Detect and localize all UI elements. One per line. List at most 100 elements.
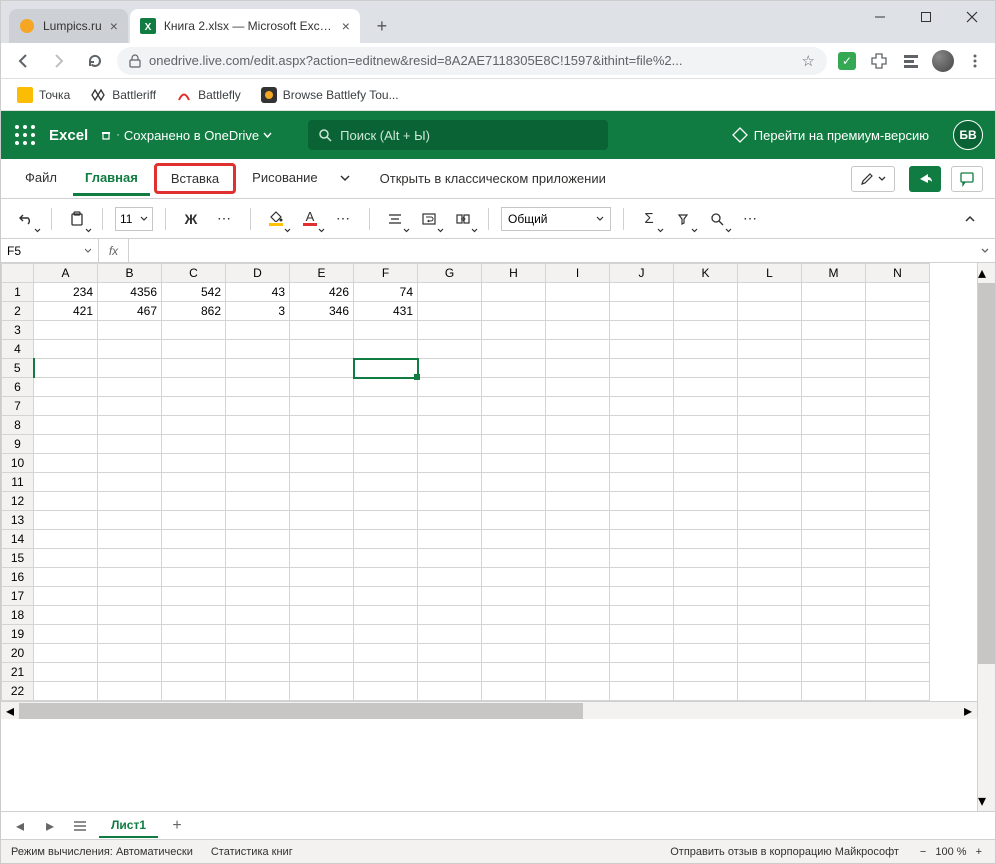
cell[interactable] [34,454,98,473]
sheet-tab[interactable]: Лист1 [99,814,158,838]
cell[interactable] [226,682,290,701]
cell[interactable] [34,435,98,454]
cell[interactable] [610,549,674,568]
cell[interactable] [226,340,290,359]
cell[interactable] [546,435,610,454]
cell[interactable] [98,340,162,359]
cell[interactable] [610,682,674,701]
cell[interactable] [34,606,98,625]
cell[interactable] [802,302,866,321]
browser-tab-2[interactable]: X Книга 2.xlsx — Microsoft Excel O × [130,9,360,43]
cell[interactable] [674,682,738,701]
cell[interactable] [802,568,866,587]
cell[interactable]: 467 [98,302,162,321]
cell[interactable] [226,644,290,663]
cell[interactable] [738,302,802,321]
cell[interactable] [290,416,354,435]
sheet-list-button[interactable] [69,815,91,837]
font-color-button[interactable]: A [297,206,323,232]
cell[interactable] [98,606,162,625]
cell[interactable] [226,663,290,682]
cell[interactable] [674,359,738,378]
cell[interactable] [98,568,162,587]
cell[interactable] [162,454,226,473]
cell[interactable]: 234 [34,283,98,302]
bookmark-item[interactable]: Battlefly [168,83,249,107]
cell[interactable] [866,492,930,511]
cell[interactable] [226,378,290,397]
cell[interactable]: 4356 [98,283,162,302]
spreadsheet-grid[interactable]: ABCDEFGHIJKLMN12344356542434267424214678… [1,263,930,701]
cell[interactable] [290,530,354,549]
cell[interactable] [482,473,546,492]
cell[interactable] [418,283,482,302]
cell[interactable] [866,378,930,397]
cell[interactable] [802,397,866,416]
close-icon[interactable]: × [110,18,118,34]
cell[interactable] [418,359,482,378]
cell[interactable] [482,340,546,359]
cell[interactable] [290,644,354,663]
browser-menu[interactable] [963,49,987,73]
app-launcher-icon[interactable] [13,123,37,147]
autosum-button[interactable]: Σ [636,206,662,232]
cell[interactable] [290,549,354,568]
cell[interactable] [34,625,98,644]
cell[interactable] [802,682,866,701]
cell[interactable] [610,340,674,359]
number-format-select[interactable]: Общий [501,207,611,231]
cell[interactable]: 542 [162,283,226,302]
cell[interactable]: 431 [354,302,418,321]
cell[interactable] [802,606,866,625]
cell[interactable] [802,321,866,340]
cell[interactable] [98,511,162,530]
cell[interactable] [162,682,226,701]
cell[interactable] [418,511,482,530]
cell[interactable] [98,682,162,701]
cell[interactable] [98,473,162,492]
cell[interactable] [610,511,674,530]
zoom-in-button[interactable]: + [973,846,985,858]
cell[interactable] [610,416,674,435]
row-header[interactable]: 11 [2,473,34,492]
add-sheet-button[interactable]: + [166,815,188,837]
cell[interactable] [674,492,738,511]
cell[interactable] [482,397,546,416]
cell[interactable] [802,625,866,644]
row-header[interactable]: 3 [2,321,34,340]
align-center-button[interactable] [382,206,408,232]
cell[interactable] [290,682,354,701]
cell[interactable] [162,378,226,397]
cell[interactable] [162,473,226,492]
cell[interactable] [418,663,482,682]
cell[interactable] [290,340,354,359]
cell[interactable] [738,359,802,378]
sheet-next-button[interactable]: ▸ [39,815,61,837]
cell[interactable] [226,321,290,340]
cell[interactable] [98,454,162,473]
cell[interactable] [546,511,610,530]
open-in-desktop[interactable]: Открыть в классическом приложении [380,171,606,186]
row-header[interactable]: 19 [2,625,34,644]
cell[interactable] [290,663,354,682]
cell[interactable] [866,321,930,340]
cell[interactable] [674,625,738,644]
row-header[interactable]: 16 [2,568,34,587]
row-header[interactable]: 17 [2,587,34,606]
cell[interactable] [226,435,290,454]
formula-bar-expand[interactable] [975,239,995,262]
cell[interactable] [98,416,162,435]
fx-icon[interactable]: fx [99,239,129,262]
cell[interactable] [866,644,930,663]
scroll-left-button[interactable]: ◂ [1,703,19,719]
workbook-stats[interactable]: Статистика книг [211,846,293,858]
cell[interactable] [738,435,802,454]
row-header[interactable]: 12 [2,492,34,511]
reload-button[interactable] [81,47,109,75]
cell[interactable] [354,378,418,397]
row-header[interactable]: 9 [2,435,34,454]
cell[interactable] [610,454,674,473]
cell[interactable] [418,549,482,568]
cell[interactable] [674,416,738,435]
column-header[interactable]: F [354,264,418,283]
